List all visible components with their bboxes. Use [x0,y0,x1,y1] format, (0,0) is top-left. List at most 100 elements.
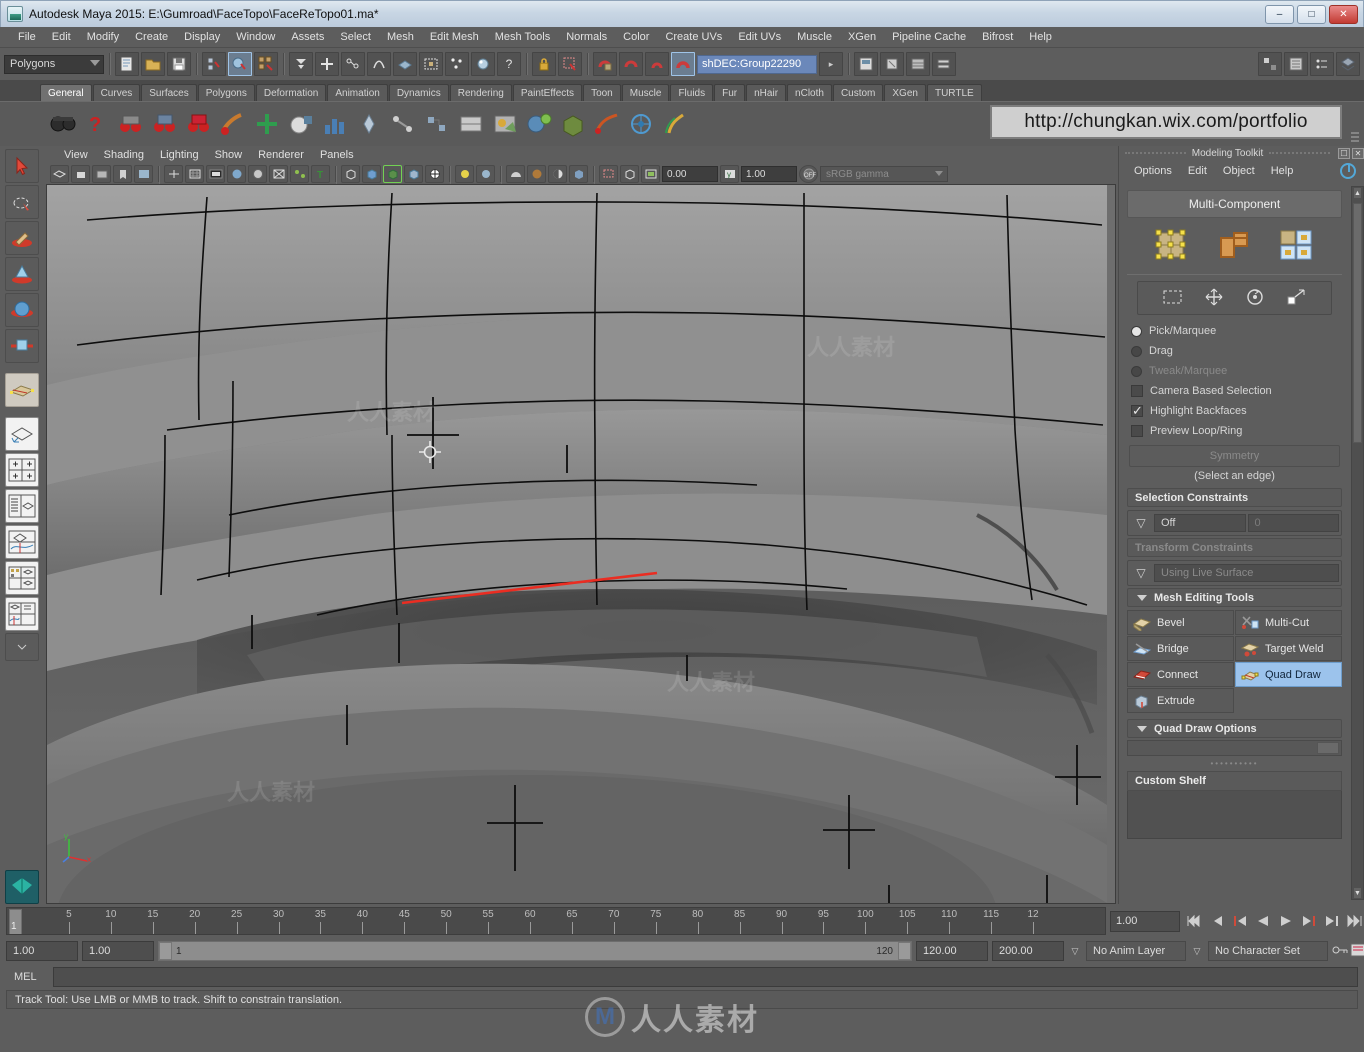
expand-arrow-icon[interactable]: ▸ [819,52,843,76]
viewport-menu-shading[interactable]: Shading [96,148,152,162]
menu-item-edit-uvs[interactable]: Edit UVs [730,29,789,45]
shelf-tab-muscle[interactable]: Muscle [621,84,670,101]
shelf-tab-general[interactable]: General [40,84,92,101]
shelf-tab-fluids[interactable]: Fluids [670,84,714,101]
mel-command-input[interactable] [53,967,1358,987]
ambient-occlusion-icon[interactable] [527,165,546,183]
isolate-select-icon[interactable] [599,165,618,183]
text-display-icon[interactable]: T [311,165,330,183]
gamma-icon[interactable]: γ [720,165,739,183]
menu-item-create[interactable]: Create [127,29,176,45]
rotate-tool-icon[interactable] [5,293,39,327]
viewport-menu-panels[interactable]: Panels [312,148,362,162]
hierarchy-filter-icon[interactable] [289,52,313,76]
mesh-tool-bridge[interactable]: Bridge [1127,636,1234,661]
step-back-frame-icon[interactable] [1230,910,1249,932]
menu-item-mesh[interactable]: Mesh [379,29,422,45]
mesh-tool-target-weld[interactable]: Target Weld [1235,636,1342,661]
render-preview-icon[interactable] [471,52,495,76]
scroll-down-icon[interactable]: ▼ [1353,887,1362,899]
color-management-toggle-icon[interactable]: OFF [799,165,818,183]
shelf-globe-icon[interactable] [626,109,656,139]
shelf-tab-polygons[interactable]: Polygons [197,84,255,101]
play-forwards-icon[interactable] [1276,910,1295,932]
shelf-tab-deformation[interactable]: Deformation [255,84,327,101]
select-by-object-icon[interactable] [228,52,252,76]
shelf-paint-icon[interactable] [218,109,248,139]
shelf-tab-rendering[interactable]: Rendering [449,84,512,101]
menu-item-file[interactable]: File [10,29,44,45]
menu-item-select[interactable]: Select [332,29,379,45]
grid-toggle-icon[interactable] [185,165,204,183]
snap-to-point-icon[interactable] [367,52,391,76]
mesh-tool-connect[interactable]: Connect [1127,662,1234,687]
shelf-tab-custom[interactable]: Custom [832,84,884,101]
toolkit-power-icon[interactable] [1340,163,1356,179]
quad-draw-options-header[interactable]: Quad Draw Options [1127,719,1342,738]
shelf-box-icon[interactable] [558,109,588,139]
quad-draw-option-swatch[interactable] [1317,742,1339,754]
show-tool-settings-icon[interactable] [880,52,904,76]
shelf-tab-toon[interactable]: Toon [583,84,621,101]
anim-start-field[interactable]: 1.00 [6,941,78,961]
shelf-ik-icon[interactable] [388,109,418,139]
anim-layer-field[interactable]: No Anim Layer [1086,941,1186,961]
shelf-construction-icon[interactable] [150,109,180,139]
transform-constraints-header[interactable]: Transform Constraints [1127,538,1342,557]
menuset-dropdown[interactable]: Polygons [4,54,104,74]
shelf-tab-turtle[interactable]: TURTLE [926,84,982,101]
checkbox-highlight-backfaces[interactable]: Highlight Backfaces [1127,401,1342,421]
workspace-icon-1[interactable] [1258,52,1282,76]
use-all-lights-icon[interactable] [476,165,495,183]
radio-drag[interactable]: Drag [1127,341,1342,361]
select-camera-icon[interactable] [50,165,69,183]
scale-tool-icon[interactable] [5,329,39,363]
layout-hypershade-persp-icon[interactable] [5,561,39,595]
step-back-keyframe-icon[interactable] [1207,910,1226,932]
shelf-hair-icon[interactable] [660,109,690,139]
character-set-dropdown-icon[interactable]: ▽ [1190,946,1204,957]
scroll-up-icon[interactable]: ▲ [1353,187,1362,199]
image-plane-icon[interactable] [134,165,153,183]
magnet-curve-icon[interactable] [619,52,643,76]
quad-draw-tool-icon[interactable] [5,373,39,407]
wireframe-display-icon[interactable] [341,165,360,183]
playback-start-field[interactable]: 1.00 [82,941,154,961]
shelf-tab-curves[interactable]: Curves [92,84,141,101]
save-scene-icon[interactable] [167,52,191,76]
smooth-shade-textured-icon[interactable] [383,165,402,183]
lasso-tool-icon[interactable] [5,185,39,219]
custom-shelf-header[interactable]: Custom Shelf [1127,771,1342,791]
range-end-handle[interactable] [898,942,911,960]
multi-component-button[interactable]: Multi-Component [1127,190,1342,218]
mesh-tool-multi-cut[interactable]: Multi-Cut [1235,610,1342,635]
close-button[interactable]: ✕ [1329,4,1358,24]
shadows-icon[interactable] [506,165,525,183]
edge-mode-icon[interactable] [1215,228,1253,262]
help-icon[interactable]: ? [497,52,521,76]
gamma-field[interactable]: 1.00 [741,166,797,182]
mesh-editing-tools-header[interactable]: Mesh Editing Tools [1127,588,1342,607]
symmetry-button[interactable]: Symmetry [1129,445,1340,467]
mesh-tool-bevel[interactable]: Bevel [1127,610,1234,635]
toolkit-menu-options[interactable]: Options [1127,163,1179,179]
shelf-script-icon[interactable] [184,109,214,139]
viewport-menu-show[interactable]: Show [207,148,251,162]
scale-component-icon[interactable] [1285,288,1307,308]
shelf-help-icon[interactable]: ? [82,109,112,139]
menu-item-xgen[interactable]: XGen [840,29,884,45]
motion-blur-icon[interactable] [548,165,567,183]
layout-four-view-icon[interactable] [5,453,39,487]
step-forward-keyframe-icon[interactable] [1322,910,1341,932]
two-d-pan-zoom-icon[interactable] [164,165,183,183]
shelf-tab-fur[interactable]: Fur [714,84,746,101]
rotate-component-icon[interactable] [1244,288,1266,308]
menu-item-edit[interactable]: Edit [44,29,79,45]
animation-preferences-icon[interactable] [1350,943,1364,959]
show-channel-box-icon[interactable] [906,52,930,76]
shelf-skin-icon[interactable] [456,109,486,139]
go-to-start-icon[interactable] [1184,910,1203,932]
character-set-field[interactable]: No Character Set [1208,941,1328,961]
auto-key-icon[interactable] [1332,944,1348,958]
time-slider[interactable]: 1 5 10 15 20 25 30 35 40 45 50 55 60 65 70 75 80 85 90 95 1… [6,907,1106,935]
